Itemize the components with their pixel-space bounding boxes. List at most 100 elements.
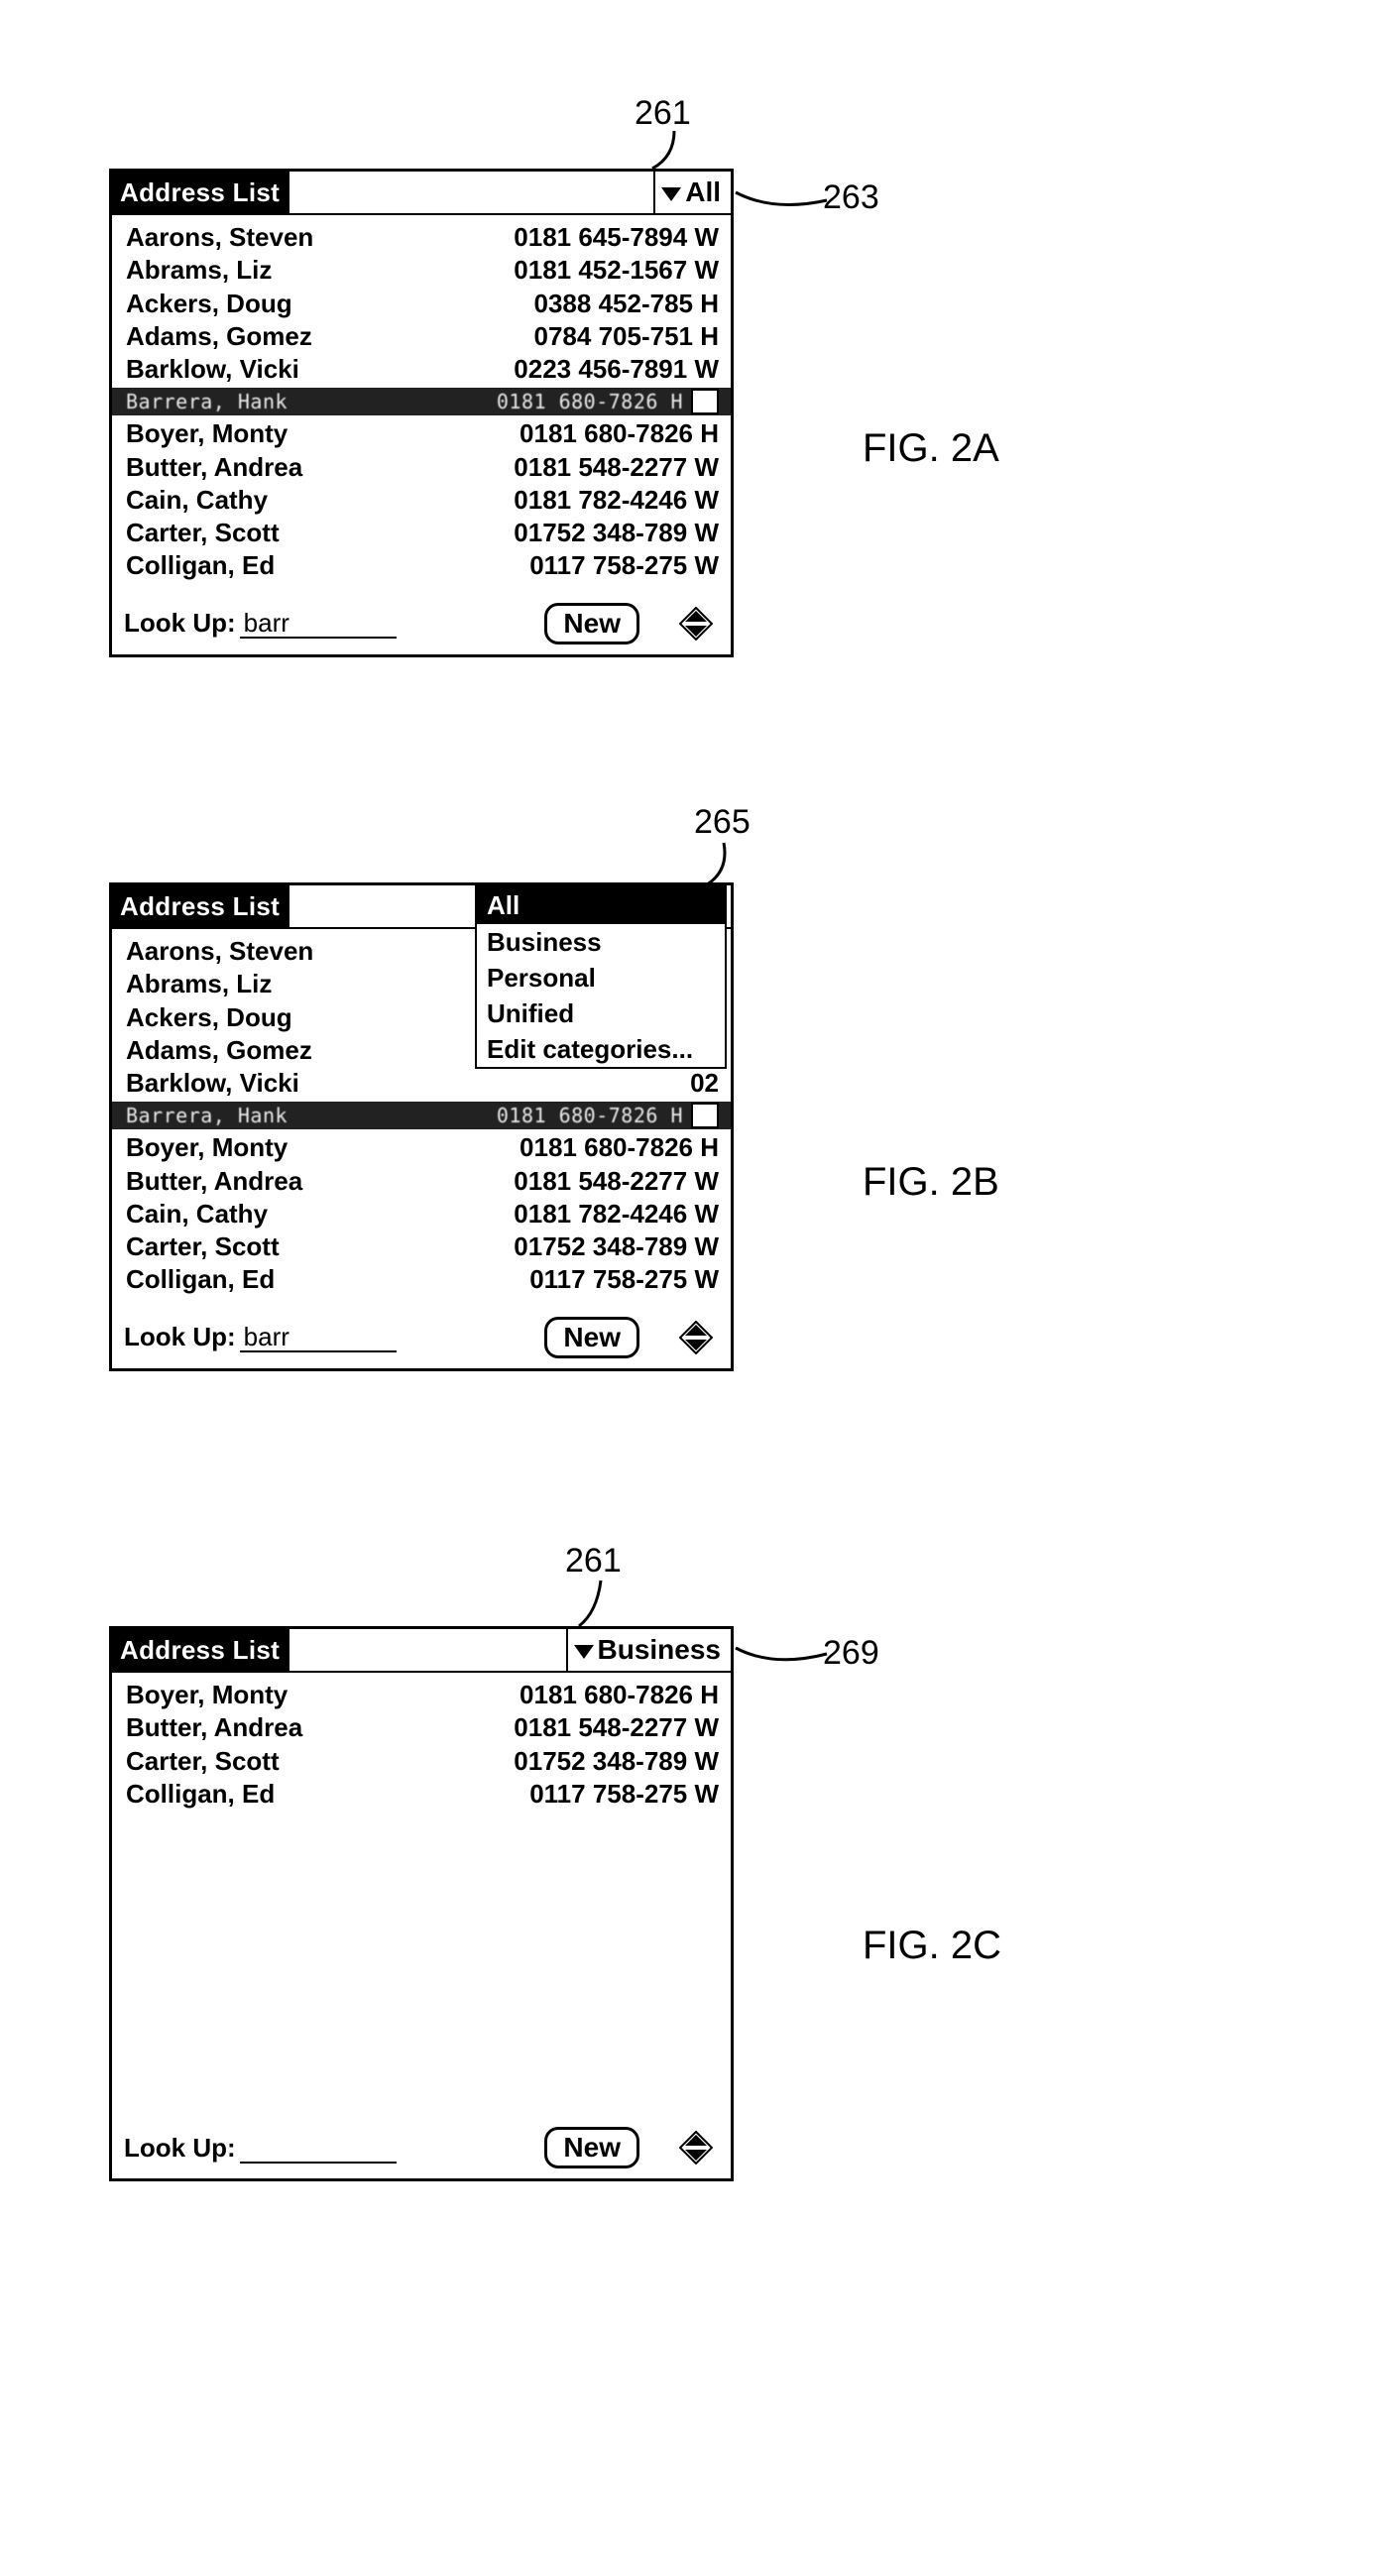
contact-name: Boyer, Monty bbox=[126, 1679, 288, 1711]
category-menu-item[interactable]: Personal bbox=[477, 960, 725, 995]
category-filter-dropdown[interactable]: All bbox=[653, 172, 731, 213]
titlebar: Address List All bbox=[112, 172, 731, 215]
contact-row[interactable]: Carter, Scott 01752 348-789 W bbox=[126, 1230, 719, 1263]
contact-name: Barklow, Vicki bbox=[126, 1067, 299, 1100]
contact-row[interactable]: Adams, Gomez0784 705-751 H bbox=[126, 320, 719, 353]
selected-name: Barrera, Hank bbox=[126, 390, 288, 413]
lookup-input[interactable]: barr bbox=[240, 609, 397, 640]
lookup-field[interactable]: Look Up: bbox=[124, 2133, 397, 2164]
selected-contact-row[interactable]: Barrera, Hank 0181 680-7826 H bbox=[112, 1102, 731, 1129]
contact-phone: 0388 452-785 H bbox=[534, 288, 719, 320]
category-menu-item[interactable]: Edit categories... bbox=[477, 1031, 725, 1067]
new-button[interactable]: New bbox=[544, 2127, 639, 2168]
lookup-label: Look Up: bbox=[124, 2133, 236, 2164]
figure-label-2b: FIG. 2B bbox=[863, 1160, 999, 1205]
contact-phone: 02 bbox=[690, 1067, 719, 1100]
app-title: Address List bbox=[112, 1629, 289, 1671]
selected-name: Barrera, Hank bbox=[126, 1104, 288, 1127]
contact-row[interactable]: Boyer, Monty 0181 680-7826 H bbox=[126, 1679, 719, 1711]
contact-row[interactable]: Butter, Andrea 0181 548-2277 W bbox=[126, 1711, 719, 1744]
contact-name: Colligan, Ed bbox=[126, 1263, 275, 1296]
category-menu[interactable]: All BusinessPersonalUnifiedEdit categori… bbox=[475, 885, 727, 1069]
contact-row[interactable]: Cain, Cathy0181 782-4246 W bbox=[126, 1198, 719, 1230]
contact-name: Boyer, Monty bbox=[126, 1131, 288, 1164]
contact-name: Barklow, Vicki bbox=[126, 353, 299, 386]
contact-row[interactable]: Butter, Andrea0181 548-2277 W bbox=[126, 1165, 719, 1198]
contact-name: Aarons, Steven bbox=[126, 935, 313, 968]
contact-name: Abrams, Liz bbox=[126, 968, 272, 1000]
contact-list: Boyer, Monty0181 680-7826 HButter, Andre… bbox=[112, 1673, 731, 2095]
contact-name: Butter, Andrea bbox=[126, 451, 302, 484]
contact-phone: 0181 680-7826 H bbox=[520, 1131, 719, 1164]
contact-row[interactable]: Abrams, Liz 0181 452-1567 W bbox=[126, 254, 719, 287]
callout-261: 261 bbox=[565, 1542, 622, 1581]
contact-row[interactable]: Butter, Andrea0181 548-2277 W bbox=[126, 451, 719, 484]
contact-row[interactable]: Carter, Scott 01752 348-789 W bbox=[126, 1745, 719, 1778]
contact-row[interactable]: Colligan, Ed 0117 758-275 W bbox=[126, 1778, 719, 1811]
contact-name: Aarons, Steven bbox=[126, 221, 313, 254]
new-button[interactable]: New bbox=[544, 603, 639, 644]
contact-phone: 0117 758-275 W bbox=[529, 549, 719, 582]
category-menu-selected[interactable]: All bbox=[477, 887, 725, 924]
contact-row[interactable]: Boyer, Monty 0181 680-7826 H bbox=[126, 417, 719, 450]
contact-name: Carter, Scott bbox=[126, 1230, 280, 1263]
selected-phone: 0181 680-7826 H bbox=[497, 390, 683, 413]
contact-phone: 0181 548-2277 W bbox=[514, 1711, 719, 1744]
contact-phone: 0181 782-4246 W bbox=[514, 1198, 719, 1230]
contact-list: Aarons, Steven0181 645-7894 WAbrams, Liz… bbox=[112, 215, 731, 583]
lookup-field[interactable]: Look Up: barr bbox=[124, 608, 397, 639]
lookup-input[interactable] bbox=[240, 2162, 397, 2164]
contact-row[interactable]: Barklow, Vicki0223 456-7891 W bbox=[126, 353, 719, 386]
contact-row[interactable]: Aarons, Steven 0181 645-7894 W bbox=[126, 221, 719, 254]
address-list-panel-c: Address List Business Boyer, Monty 0181 6… bbox=[109, 1626, 734, 2181]
contact-name: Ackers, Doug bbox=[126, 1001, 292, 1034]
contact-name: Ackers, Doug bbox=[126, 288, 292, 320]
note-icon[interactable] bbox=[691, 1103, 719, 1128]
address-list-panel-a: Address List All Aarons, Steven 0181 645-… bbox=[109, 169, 734, 657]
contact-phone: 01752 348-789 W bbox=[514, 1230, 719, 1263]
contact-phone: 01752 348-789 W bbox=[514, 517, 719, 549]
category-menu-item[interactable]: Business bbox=[477, 924, 725, 960]
contact-row[interactable]: Carter, Scott 01752 348-789 W bbox=[126, 517, 719, 549]
contact-name: Adams, Gomez bbox=[126, 320, 312, 353]
address-list-panel-b: Address List All BusinessPersonalUnified… bbox=[109, 882, 734, 1371]
contact-name: Colligan, Ed bbox=[126, 549, 275, 582]
category-filter-label: All bbox=[685, 176, 721, 208]
selected-contact-row[interactable]: Barrera, Hank 0181 680-7826 H bbox=[112, 388, 731, 415]
contact-row[interactable]: Colligan, Ed0117 758-275 W bbox=[126, 1263, 719, 1296]
lookup-input[interactable]: barr bbox=[240, 1323, 397, 1353]
lookup-label: Look Up: bbox=[124, 608, 236, 639]
scroll-up-down-icon[interactable] bbox=[679, 2131, 713, 2165]
contact-name: Butter, Andrea bbox=[126, 1711, 302, 1744]
contact-row[interactable]: Cain, Cathy 0181 782-4246 W bbox=[126, 484, 719, 517]
category-filter-label: Business bbox=[598, 1634, 722, 1666]
contact-phone: 0117 758-275 W bbox=[529, 1778, 719, 1811]
contact-row[interactable]: Barklow, Vicki 02 bbox=[126, 1067, 719, 1100]
category-menu-item[interactable]: Unified bbox=[477, 995, 725, 1031]
app-title: Address List bbox=[112, 885, 289, 927]
contact-phone: 0181 680-7826 H bbox=[520, 1679, 719, 1711]
contact-phone: 0181 782-4246 W bbox=[514, 484, 719, 517]
contact-name: Carter, Scott bbox=[126, 517, 280, 549]
app-title: Address List bbox=[112, 172, 289, 213]
scroll-up-down-icon[interactable] bbox=[679, 607, 713, 641]
contact-name: Colligan, Ed bbox=[126, 1778, 275, 1811]
lookup-field[interactable]: Look Up: barr bbox=[124, 1322, 397, 1352]
contact-row[interactable]: Ackers, Doug 0388 452-785 H bbox=[126, 288, 719, 320]
contact-name: Carter, Scott bbox=[126, 1745, 280, 1778]
contact-name: Abrams, Liz bbox=[126, 254, 272, 287]
new-button[interactable]: New bbox=[544, 1317, 639, 1358]
contact-phone: 0181 645-7894 W bbox=[514, 221, 719, 254]
titlebar: Address List Business bbox=[112, 1629, 731, 1673]
contact-phone: 0181 548-2277 W bbox=[514, 1165, 719, 1198]
contact-phone: 0181 452-1567 W bbox=[514, 254, 719, 287]
note-icon[interactable] bbox=[691, 389, 719, 414]
scroll-up-down-icon[interactable] bbox=[679, 1321, 713, 1354]
contact-row[interactable]: Boyer, Monty 0181 680-7826 H bbox=[126, 1131, 719, 1164]
figure-label-2c: FIG. 2C bbox=[863, 1924, 1001, 1968]
contact-phone: 0181 680-7826 H bbox=[520, 417, 719, 450]
contact-name: Cain, Cathy bbox=[126, 484, 268, 517]
contact-phone: 01752 348-789 W bbox=[514, 1745, 719, 1778]
contact-row[interactable]: Colligan, Ed 0117 758-275 W bbox=[126, 549, 719, 582]
contact-name: Boyer, Monty bbox=[126, 417, 288, 450]
